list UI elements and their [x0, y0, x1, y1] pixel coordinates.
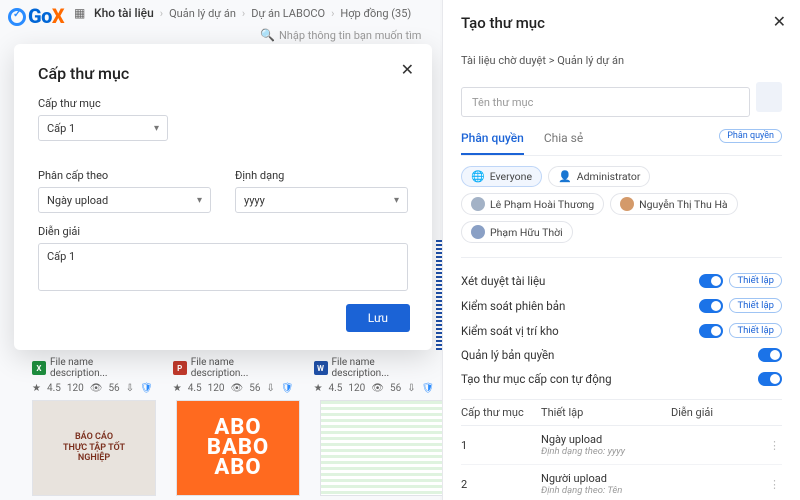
folder-name-input[interactable]: Tên thư mục [461, 87, 750, 117]
document-thumb[interactable]: ABO BABO ABO [176, 400, 300, 496]
globe-icon: 🌐 [471, 170, 485, 183]
chevron-down-icon: ▾ [154, 123, 159, 134]
table-row[interactable]: 2 Người uploadĐịnh dạng theo: Tên ⋮ [461, 465, 782, 500]
setting-row: Kiểm soát vị trí kho Thiết lập [461, 318, 782, 343]
avatar [620, 197, 634, 211]
filetype-icon: P [173, 361, 187, 375]
folder-level-modal: Cấp thư mục ✕ Cấp thư mục Cấp 1▾ Phân cấ… [14, 44, 432, 350]
file-name: File name description... [332, 357, 435, 379]
breadcrumb-item[interactable]: Dự án LABOCO [251, 7, 325, 20]
search-icon: 🔍 [260, 28, 275, 42]
level-select[interactable]: Cấp 1▾ [38, 115, 168, 141]
description-textarea[interactable] [38, 243, 408, 291]
sublevel-table: Cấp thư mục Thiết lập Diễn giải 1 Ngày u… [461, 399, 782, 500]
th-level: Cấp thư mục [461, 406, 541, 419]
grid-view-icon[interactable]: ▦ [74, 6, 85, 20]
th-desc: Diễn giải [671, 406, 782, 419]
document-thumb[interactable] [320, 400, 444, 496]
chevron-down-icon: ▾ [197, 195, 202, 206]
format-select[interactable]: yyyy▾ [235, 187, 408, 213]
permission-badge[interactable]: Phân quyền [719, 129, 782, 143]
modal-title: Cấp thư mục [38, 64, 408, 83]
file-card[interactable]: WFile name description... ★4.5120👁56⇩🛡 [314, 355, 435, 394]
avatar [471, 225, 485, 239]
filetype-icon: W [314, 361, 328, 375]
brand-logo: GoX [8, 4, 64, 28]
configure-link[interactable]: Thiết lập [729, 323, 782, 338]
setting-row: Xét duyệt tài liệu Thiết lập [461, 268, 782, 293]
save-button[interactable]: Lưu [346, 304, 410, 332]
avatar [471, 197, 485, 211]
admin-icon: 👤 [558, 170, 572, 183]
close-icon[interactable]: ✕ [773, 12, 786, 31]
chevron-down-icon: ▾ [394, 195, 399, 206]
more-icon[interactable]: ⋮ [769, 478, 780, 491]
document-thumb[interactable]: BÁO CÁO THỰC TẬP TỐT NGHIỆP [32, 400, 156, 496]
file-card[interactable]: XFile name description... ★4.5120👁56⇩🛡 [32, 355, 153, 394]
shield-icon: 🛡 [281, 383, 294, 394]
file-name: File name description... [50, 357, 153, 379]
field-label: Diễn giải [38, 225, 408, 238]
close-icon[interactable]: ✕ [401, 60, 414, 79]
file-name: File name description... [191, 357, 294, 379]
split-by-select[interactable]: Ngày upload▾ [38, 187, 211, 213]
chip-user[interactable]: Phạm Hữu Thời [461, 221, 573, 243]
toggle-switch[interactable] [699, 324, 723, 338]
field-label: Cấp thư mục [38, 97, 408, 110]
field-label: Định dạng [235, 169, 408, 182]
more-icon[interactable]: ⋮ [769, 439, 780, 452]
setting-row: Quản lý bản quyền [461, 343, 782, 367]
file-card[interactable]: PFile name description... ★4.5120👁56⇩🛡 [173, 355, 294, 394]
chip-everyone[interactable]: 🌐Everyone [461, 166, 542, 187]
chip-user[interactable]: Nguyễn Thị Thu Hà [610, 193, 738, 215]
breadcrumb: Kho tài liệu › Quản lý dự án › Dự án LAB… [94, 6, 411, 20]
setting-row: Tạo thư mục cấp con tự động [461, 367, 782, 391]
setting-row: Kiểm soát phiên bản Thiết lập [461, 293, 782, 318]
chip-admin[interactable]: 👤Administrator [548, 166, 650, 187]
chip-user[interactable]: Lê Phạm Hoài Thương [461, 193, 604, 215]
filetype-icon: X [32, 361, 46, 375]
configure-link[interactable]: Thiết lập [729, 298, 782, 313]
th-config: Thiết lập [541, 406, 671, 419]
panel-path: Tài liệu chờ duyệt > Quản lý dự án [461, 54, 782, 67]
toggle-switch[interactable] [699, 274, 723, 288]
aux-button[interactable] [756, 82, 782, 112]
toggle-switch[interactable] [758, 348, 782, 362]
breadcrumb-item[interactable]: Quản lý dự án [169, 7, 236, 20]
configure-link[interactable]: Thiết lập [729, 273, 782, 288]
shield-icon: 🛡 [140, 383, 153, 394]
toggle-switch[interactable] [758, 372, 782, 386]
search-placeholder: Nhập thông tin bạn muốn tìm [279, 29, 422, 42]
panel-title: Tạo thư mục [461, 14, 782, 32]
tab-share[interactable]: Chia sẻ [544, 131, 583, 155]
tab-permissions[interactable]: Phân quyền [461, 131, 524, 155]
shield-icon: 🛡 [422, 383, 435, 394]
toggle-switch[interactable] [699, 299, 723, 313]
field-label: Phân cấp theo [38, 169, 211, 182]
breadcrumb-item[interactable]: Hợp đồng (35) [340, 7, 411, 20]
create-folder-panel: Tạo thư mục ✕ Tài liệu chờ duyệt > Quản … [442, 0, 800, 500]
search-input[interactable]: 🔍 Nhập thông tin bạn muốn tìm [260, 28, 421, 42]
table-row[interactable]: 1 Ngày uploadĐịnh dạng theo: yyyy ⋮ [461, 426, 782, 465]
breadcrumb-item[interactable]: Kho tài liệu [94, 6, 154, 20]
